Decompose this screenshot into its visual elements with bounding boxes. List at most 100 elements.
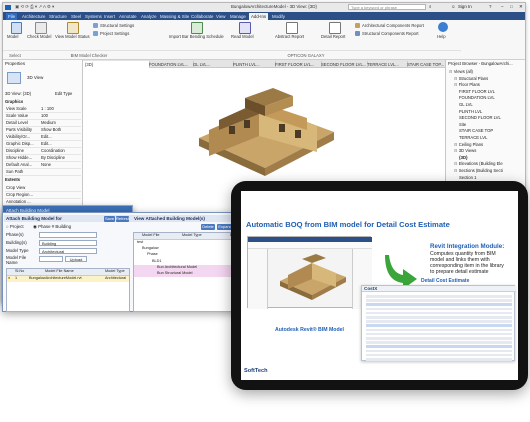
tree-toggle-icon[interactable]: ⊟ [454, 148, 458, 153]
delete-button[interactable]: Delete [201, 224, 215, 230]
property-row[interactable]: View Scale 1 : 100 [5, 106, 81, 113]
doc-tab-3d[interactable]: {3D} [83, 61, 150, 68]
view-selector[interactable]: 3D View: {3D} [5, 91, 31, 96]
row-file: BungalowArchitectureModel.rvt [29, 276, 82, 280]
green-arrow-icon [385, 255, 417, 289]
buildings-value: Building [42, 241, 57, 246]
tree-toggle-icon[interactable]: ⊟ [449, 69, 453, 74]
browser-item[interactable]: Section 1 [459, 175, 476, 180]
property-value: 100 [41, 113, 48, 118]
panel-select[interactable]: Select [3, 50, 27, 60]
table-row[interactable]: ■ 1 BungalowArchitectureModel.rvt Archit… [7, 276, 129, 282]
tree-toggle-icon[interactable]: ⊟ [454, 82, 458, 87]
tree-node-label: Bungalow [142, 246, 159, 251]
browser-item[interactable]: STAIR CASE TOP [459, 128, 493, 133]
doc-tab-second-floor[interactable]: SECOND FLOOR LVL... [319, 61, 368, 68]
edit-type-button[interactable]: Edit Type [55, 91, 72, 96]
estimate-line [366, 303, 512, 306]
col-type: Model Type [105, 269, 125, 273]
tab-collaborate[interactable]: Collaborate [189, 13, 215, 20]
tree-toggle-icon[interactable]: ⊟ [454, 168, 458, 173]
doc-tab-staircase[interactable]: STAIR CASE TOP... [405, 61, 448, 68]
property-row[interactable]: Scale Value 100 [5, 113, 81, 120]
property-row[interactable]: Visibility/Gr... Edit... [5, 134, 81, 141]
doc-tab-terrace[interactable]: TERRACE LVL... [365, 61, 408, 68]
property-row[interactable]: Show Hidde... By Discipline [5, 155, 81, 162]
tab-add-ins[interactable]: Add-Ins [249, 13, 269, 20]
browser-item[interactable]: ⊟ Ceiling Plans [454, 142, 483, 147]
revit-logo-icon[interactable] [5, 5, 11, 10]
user-icon[interactable]: ☺ [451, 4, 456, 10]
browser-item[interactable]: GL LVL [459, 102, 473, 107]
tree-toggle-icon[interactable]: ⊟ [454, 76, 458, 81]
browser-item-label: 3D Views [458, 148, 477, 154]
doc-tab-gl[interactable]: GL LVL... [191, 61, 234, 68]
radio-phase-building[interactable]: ◉ Phase # Building [33, 224, 71, 229]
model-type-select[interactable]: Architectural [39, 248, 97, 254]
upload-button[interactable]: Upload [65, 256, 87, 262]
property-value: Medium [41, 120, 56, 125]
help-icon[interactable]: ? [489, 4, 491, 9]
estimate-logo: CostX [364, 285, 378, 291]
tree-toggle-icon[interactable]: ⊟ [454, 142, 458, 147]
thumb-properties [248, 249, 268, 309]
tab-modify[interactable]: Modify [270, 13, 287, 20]
browser-item[interactable]: {3D} [459, 155, 468, 160]
refresh-button[interactable]: Refresh [116, 216, 130, 222]
property-row[interactable]: Parts Visibility Show Both [5, 127, 81, 134]
search-icon[interactable]: ⌕ [429, 4, 432, 10]
doc-tab-first-floor[interactable]: FIRST FLOOR LVL... [273, 61, 322, 68]
browser-item[interactable]: ⊟ Views (all) [449, 69, 473, 74]
tab-systems[interactable]: Systems [83, 13, 104, 20]
browser-item[interactable]: PLINTH LVL [459, 109, 482, 114]
tab-structure[interactable]: Structure [47, 13, 69, 20]
browser-item[interactable]: ⊟ Floor Plans [454, 82, 480, 87]
property-row[interactable]: Sun Path [5, 169, 81, 176]
maximize-icon[interactable]: □ [510, 4, 513, 9]
save-button[interactable]: Save [104, 216, 115, 222]
browser-item[interactable]: TERRACE LVL [459, 135, 487, 140]
browser-item[interactable]: ⊟ Elevations (Building Ele [454, 161, 503, 166]
browser-item[interactable]: Site [459, 122, 466, 127]
tab-file[interactable]: File [6, 13, 18, 20]
property-row[interactable]: Discipline Coordination [5, 148, 81, 155]
browser-item[interactable]: ⊟ Sections (Building Secti [454, 168, 503, 173]
tab-insert[interactable]: Insert [102, 13, 117, 20]
quick-access-toolbar-icon[interactable]: ▣ ⟲ ⟳ ⎙ ▾ ↗ A ⚙ ▾ [15, 4, 54, 9]
browser-item[interactable]: SECOND FLOOR LVL [459, 115, 501, 120]
tab-architecture[interactable]: Architecture [20, 13, 47, 20]
doc-tab-plinth[interactable]: PLINTH LVL... [231, 61, 276, 68]
tab-steel[interactable]: Steel [69, 13, 83, 20]
property-value: None [41, 162, 52, 167]
search-input[interactable]: Type a keyword or phrase [348, 4, 426, 10]
doc-tab-foundation[interactable]: FOUNDATION LVL... [147, 61, 194, 68]
tab-massing-site[interactable]: Massing & Site [158, 13, 191, 20]
tab-manage[interactable]: Manage [228, 13, 248, 20]
cursor-icon [11, 22, 22, 34]
browser-item[interactable]: ⊟ Structural Plans [454, 76, 488, 81]
minimize-icon[interactable]: – [501, 4, 503, 9]
status-icon [67, 22, 79, 34]
browser-item[interactable]: FIRST FLOOR LVL [459, 89, 495, 94]
property-row[interactable]: Crop View [5, 185, 81, 192]
browser-item-label: Floor Plans [458, 82, 480, 88]
sign-in-link[interactable]: Sign In [458, 4, 472, 9]
browser-item[interactable]: FOUNDATION LVL [459, 95, 495, 100]
property-row[interactable]: Detail Level Medium [5, 120, 81, 127]
property-row[interactable]: Default Anal... None [5, 162, 81, 169]
property-row[interactable]: Graphic Disp... Edit... [5, 141, 81, 148]
tab-annotate[interactable]: Annotate [117, 13, 139, 20]
property-row[interactable]: Crop Region... [5, 192, 81, 199]
estimate-line [366, 320, 512, 323]
phase-select[interactable] [39, 232, 97, 238]
buildings-select[interactable]: Building [39, 240, 97, 246]
close-icon[interactable]: ✕ [519, 4, 523, 9]
browser-item[interactable]: ⊟ 3D Views [454, 148, 476, 153]
tab-view[interactable]: View [214, 13, 227, 20]
radio-project[interactable]: ○ Project [6, 224, 24, 229]
tab-analyze[interactable]: Analyze [139, 13, 159, 20]
model-file-input[interactable] [39, 256, 63, 262]
browser-item-label: Elevations (Building Ele [458, 161, 503, 167]
tree-toggle-icon[interactable]: ⊟ [454, 161, 458, 166]
col-file: Model File Name [45, 269, 74, 273]
